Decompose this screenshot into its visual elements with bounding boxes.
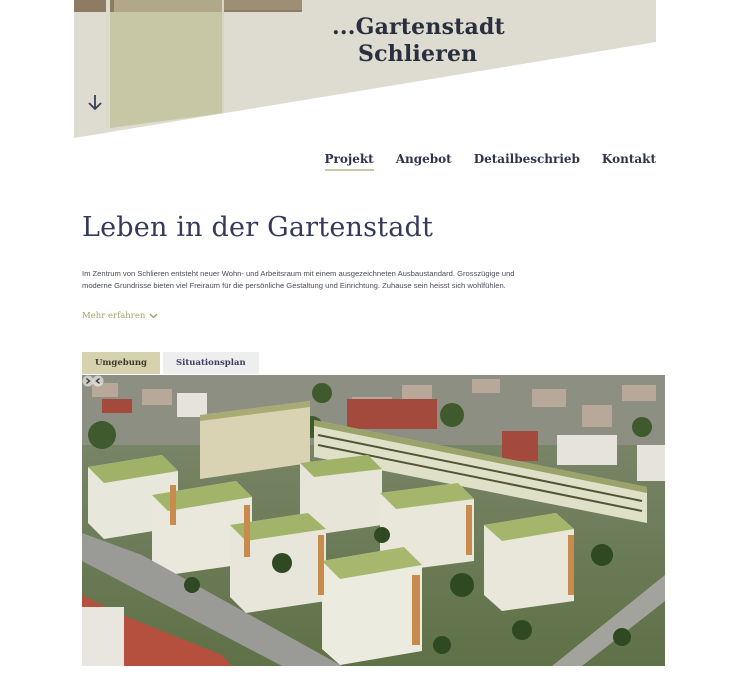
chevron-right-icon[interactable] — [82, 375, 94, 387]
brand-line-2: Schlieren — [358, 41, 478, 67]
chevron-down-icon — [149, 313, 158, 319]
aerial-rendering-image — [82, 375, 665, 666]
nav-projekt[interactable]: Projekt — [324, 152, 374, 171]
nav-kontakt[interactable]: Kontakt — [602, 152, 656, 171]
nav-detailbeschrieb[interactable]: Detailbeschrieb — [474, 152, 580, 171]
more-link-label: Mehr erfahren — [82, 311, 146, 321]
gallery-tabs: Umgebung Situationsplan — [82, 352, 259, 374]
page-title: Leben in der Gartenstadt — [82, 212, 434, 243]
aerial-rendering-graphic — [82, 375, 665, 666]
brand-logo[interactable]: ...Gartenstadt Schlieren — [332, 14, 505, 68]
arrow-down-icon[interactable] — [86, 92, 104, 114]
nav-angebot[interactable]: Angebot — [396, 152, 452, 171]
more-link[interactable]: Mehr erfahren — [82, 311, 158, 321]
main-nav: Projekt Angebot Detailbeschrieb Kontakt — [324, 152, 656, 171]
tab-situationsplan[interactable]: Situationsplan — [163, 352, 259, 374]
intro-text: Im Zentrum von Schlieren entsteht neuer … — [82, 269, 515, 290]
header-banner: ...Gartenstadt Schlieren — [74, 0, 656, 140]
brand-line-1: ...Gartenstadt — [332, 14, 505, 40]
tab-umgebung[interactable]: Umgebung — [82, 352, 161, 374]
